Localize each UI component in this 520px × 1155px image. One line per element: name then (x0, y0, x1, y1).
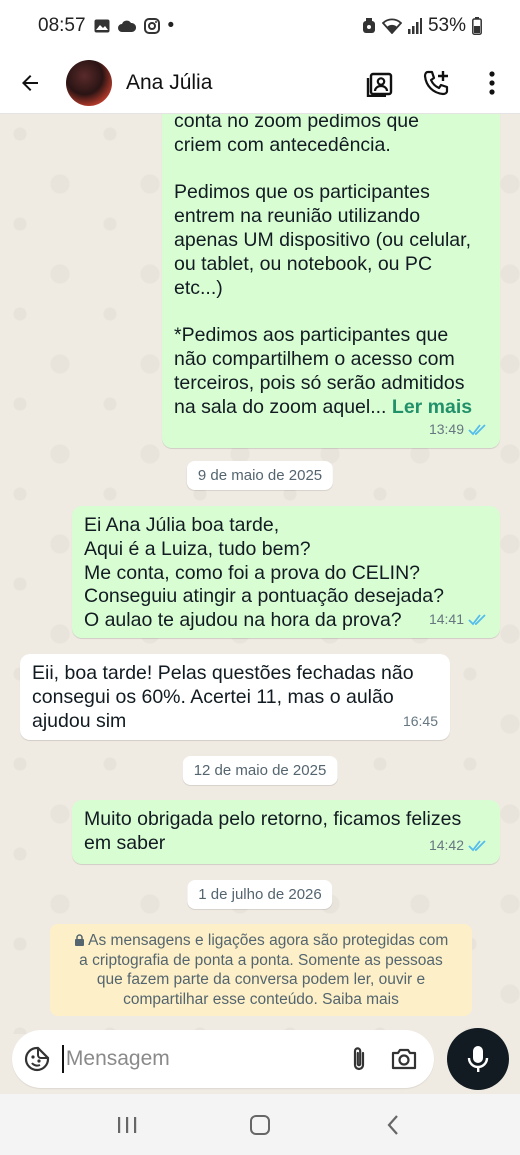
message-line: conta no zoom pedimos que (174, 114, 419, 132)
notice-line: compartilhar esse conteúdo. Saiba mais (123, 990, 399, 1008)
home-icon (249, 1114, 270, 1135)
read-more-link[interactable]: Ler mais (392, 396, 472, 418)
add-call-button[interactable] (408, 52, 464, 114)
message-line: Eii, boa tarde! Pelas questões fechadas … (32, 662, 414, 684)
add-call-icon (423, 70, 449, 95)
message-meta: 16:45 (403, 710, 438, 734)
message-time: 13:49 (428, 421, 464, 438)
read-ticks-icon (468, 840, 486, 852)
video-call-button[interactable] (352, 52, 408, 114)
message-line: O aulao te ajudou na hora da prova? (84, 609, 402, 632)
notice-line: As mensagens e ligações agora são proteg… (62, 931, 460, 951)
message-line: na sala do zoom aquel... Ler mais (174, 396, 488, 420)
message-line: não compartilhem o acesso com (174, 347, 455, 370)
home-button[interactable] (230, 1094, 290, 1155)
attach-button[interactable] (337, 1030, 382, 1088)
message-line: terceiros, pois só serão admitidos (174, 371, 465, 394)
chat-area[interactable]: conta no zoom pedimos que criem com ante… (0, 114, 520, 1034)
status-bar: 08:57 • 53% (0, 0, 520, 52)
message-line: consegui os 60%. Acertei 11, mas o aulão (32, 685, 394, 708)
message-meta: 13:49 (429, 418, 488, 442)
message-line: Aqui é a Luiza, tudo bem? (84, 537, 311, 560)
message-bubble-outgoing[interactable]: Ei Ana Júlia boa tarde, Aqui é a Luiza, … (72, 506, 500, 638)
signal-icon (407, 18, 422, 34)
message-line: *Pedimos aos participantes que (174, 324, 449, 347)
message-time: 16:45 (402, 713, 438, 730)
message-line (174, 300, 488, 324)
message-time: 14:41 (428, 611, 464, 628)
wifi-icon (381, 18, 402, 34)
avatar[interactable] (66, 59, 112, 106)
notice-line: a criptografia de ponta a ponta. Somente… (79, 951, 443, 969)
message-input[interactable] (61, 1045, 337, 1073)
system-nav-bar (0, 1094, 520, 1155)
sticker-button[interactable] (12, 1030, 62, 1088)
message-line: apenas UM dispositivo (ou celular, (174, 228, 471, 251)
message-meta: 14:41 (429, 608, 488, 632)
recent-apps-button[interactable] (97, 1094, 157, 1155)
message-line: entrem na reunião utilizando (174, 205, 421, 228)
video-call-icon (366, 72, 393, 97)
date-chip: 9 de maio de 2025 (186, 461, 334, 490)
cloud-notification-icon (117, 20, 136, 32)
message-truncated-text: na sala do zoom aquel... (174, 395, 387, 418)
date-chip: 1 de julho de 2026 (187, 880, 333, 909)
message-bubble-outgoing[interactable]: Muito obrigada pelo retorno, ficamos fel… (72, 800, 500, 864)
message-meta: 14:42 (429, 834, 488, 858)
message-line: Ei Ana Júlia boa tarde, (84, 514, 280, 536)
instagram-notification-icon (143, 18, 160, 34)
status-dot: • (167, 15, 175, 36)
battery-percent: 53% (427, 15, 466, 36)
voice-message-button[interactable] (447, 1028, 509, 1090)
chevron-left-icon (387, 1114, 399, 1135)
message-bubble-incoming[interactable]: Eii, boa tarde! Pelas questões fechadas … (20, 654, 450, 740)
message-line: ou tablet, ou notebook, ou PC (174, 252, 433, 275)
back-nav-button[interactable] (363, 1094, 423, 1155)
message-line: criem com antecedência. (174, 133, 391, 156)
encryption-notice[interactable]: As mensagens e ligações agora são proteg… (50, 924, 472, 1016)
message-bubble-outgoing[interactable]: conta no zoom pedimos que criem com ante… (162, 114, 500, 448)
read-ticks-icon (468, 614, 486, 626)
message-line: em saber (84, 831, 166, 854)
gallery-notification-icon (94, 19, 110, 33)
menu-button[interactable] (464, 52, 520, 114)
chat-header: Ana Júlia (0, 52, 520, 114)
message-line: Conseguiu atingir a pontuação desejada? (84, 585, 444, 608)
composer (0, 1028, 520, 1092)
date-chip: 12 de maio de 2025 (182, 756, 338, 785)
message-input-container (12, 1030, 434, 1088)
back-button[interactable] (0, 52, 60, 114)
battery-icon (472, 17, 482, 35)
contact-name[interactable]: Ana Júlia (126, 71, 212, 95)
notice-line: que fazem parte da conversa podem ler, o… (96, 971, 426, 988)
message-line: Pedimos que os participantes (174, 181, 430, 204)
camera-icon (391, 1048, 416, 1070)
message-line: ajudou sim (32, 709, 127, 732)
read-ticks-icon (468, 424, 486, 436)
more-vert-icon (489, 70, 495, 95)
message-line: etc...) (174, 276, 223, 299)
lock-icon (74, 934, 84, 946)
message-line (174, 158, 488, 182)
arrow-left-icon (22, 74, 38, 91)
alarm-icon (362, 18, 376, 34)
sticker-icon (24, 1046, 50, 1072)
status-time: 08:57 (38, 15, 86, 36)
paperclip-icon (354, 1047, 365, 1071)
mic-icon (467, 1046, 489, 1072)
recent-apps-icon (117, 1116, 136, 1133)
camera-button[interactable] (381, 1030, 426, 1088)
message-time: 14:42 (428, 837, 464, 854)
message-line: Me conta, como foi a prova do CELIN? (84, 561, 421, 584)
message-line: Muito obrigada pelo retorno, ficamos fel… (84, 808, 462, 830)
